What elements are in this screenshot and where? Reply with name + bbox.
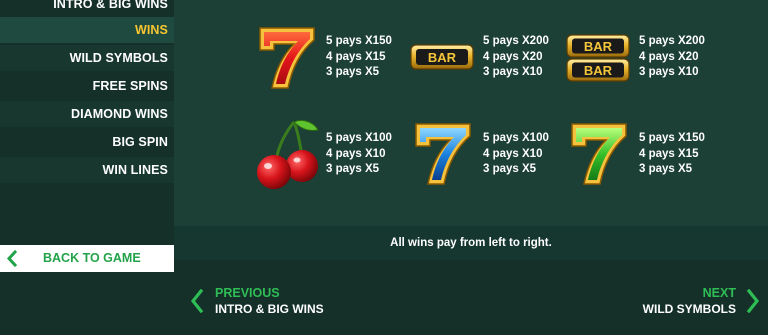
single-bar-pays: 5 pays X200 4 pays X20 3 pays X10 xyxy=(483,34,549,81)
cherry-symbol-icon xyxy=(257,119,319,189)
blue-seven-pays: 5 pays X100 4 pays X10 3 pays X5 xyxy=(483,131,549,178)
pay-line: 3 pays X5 xyxy=(639,163,693,175)
menu-item-free-spins[interactable]: FREE SPINS xyxy=(0,73,174,99)
pay-line: 5 pays X100 xyxy=(483,132,549,144)
next-target: WILD SYMBOLS xyxy=(642,302,736,316)
menu-item-big-spin[interactable]: BIG SPIN xyxy=(0,129,174,155)
bar-label: BAR xyxy=(584,63,613,78)
paytable-panel: 5 pays X150 4 pays X15 3 pays X5 BAR 5 p… xyxy=(174,0,768,226)
chevron-left-icon xyxy=(190,289,204,313)
menu-item-win-lines[interactable]: WIN LINES xyxy=(0,157,174,183)
pay-line: 4 pays X15 xyxy=(326,50,386,63)
blue-seven-symbol-icon xyxy=(415,123,471,185)
next-label: NEXT xyxy=(702,286,736,300)
green-seven-pays: 5 pays X150 4 pays X15 3 pays X5 xyxy=(639,131,705,178)
pay-line: 4 pays X10 xyxy=(326,147,386,160)
wins-notice: All wins pay from left to right. xyxy=(174,226,768,260)
double-bar-symbol-icon: BAR BAR xyxy=(566,34,630,82)
previous-page-button[interactable]: PREVIOUS INTRO & BIG WINS xyxy=(188,284,348,320)
single-bar-symbol-icon: BAR xyxy=(410,44,474,70)
pay-line: 4 pays X15 xyxy=(639,147,699,160)
bar-label: BAR xyxy=(584,39,613,54)
cherry-pays: 5 pays X100 4 pays X10 3 pays X5 xyxy=(326,131,392,178)
chevron-right-icon xyxy=(746,289,760,313)
pay-line: 5 pays X200 xyxy=(639,35,705,47)
pay-line: 4 pays X20 xyxy=(483,50,543,63)
pay-line: 3 pays X5 xyxy=(326,66,380,78)
menu-item-wins[interactable]: WINS xyxy=(0,17,174,43)
bar-label: BAR xyxy=(428,50,457,65)
pay-line: 5 pays X200 xyxy=(483,35,549,47)
next-page-button[interactable]: NEXT WILD SYMBOLS xyxy=(614,284,762,320)
pay-line: 3 pays X5 xyxy=(483,163,537,175)
menu-item-diamond-wins[interactable]: DIAMOND WINS xyxy=(0,101,174,127)
pay-line: 4 pays X10 xyxy=(483,147,543,160)
pay-line: 5 pays X150 xyxy=(639,132,705,144)
previous-target: INTRO & BIG WINS xyxy=(215,302,324,316)
menu-item-wild-symbols[interactable]: WILD SYMBOLS xyxy=(0,45,174,71)
pay-line: 3 pays X5 xyxy=(326,163,380,175)
green-seven-symbol-icon xyxy=(571,123,627,185)
red-seven-pays: 5 pays X150 4 pays X15 3 pays X5 xyxy=(326,34,392,81)
chevron-left-icon xyxy=(6,250,18,267)
previous-label: PREVIOUS xyxy=(215,286,280,300)
red-seven-symbol-icon xyxy=(259,27,315,89)
pay-line: 3 pays X10 xyxy=(639,66,699,78)
pay-line: 4 pays X20 xyxy=(639,50,699,63)
pay-line: 3 pays X10 xyxy=(483,66,543,78)
page-navigation: PREVIOUS INTRO & BIG WINS NEXT WILD SYMB… xyxy=(174,260,768,335)
help-sidebar: INTRO & BIG WINS WINS WILD SYMBOLS FREE … xyxy=(0,0,174,335)
menu-item-intro-big-wins[interactable]: INTRO & BIG WINS xyxy=(0,0,174,17)
pay-line: 5 pays X100 xyxy=(326,132,392,144)
back-to-game-button[interactable]: BACK TO GAME xyxy=(0,245,174,272)
pay-line: 5 pays X150 xyxy=(326,35,392,47)
back-to-game-label: BACK TO GAME xyxy=(43,251,141,265)
double-bar-pays: 5 pays X200 4 pays X20 3 pays X10 xyxy=(639,34,705,81)
